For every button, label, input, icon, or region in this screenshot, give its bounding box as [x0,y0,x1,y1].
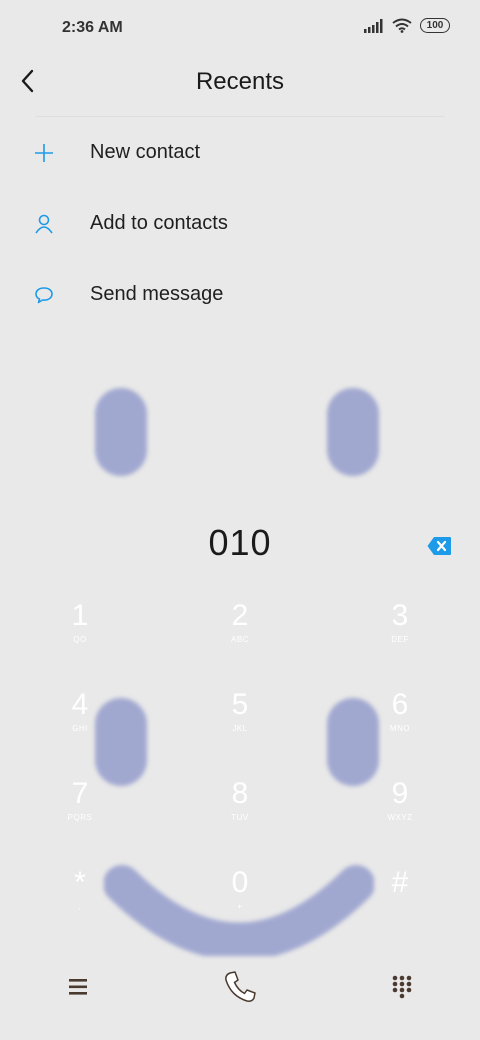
header: Recents [0,56,480,116]
key-letters: DEF [391,635,409,644]
menu-item-label: Add to contacts [90,212,228,234]
backspace-button[interactable] [427,536,452,556]
dialpad-icon[interactable] [388,973,416,1001]
overlay-eye-left-lower [95,698,147,786]
key-digit: 1 [71,599,89,632]
hamburger-menu-icon[interactable] [63,975,93,999]
battery-icon: 100 [420,18,450,33]
overlay-eye-right-lower [327,698,379,786]
key-letters: WXYZ [387,813,413,822]
overlay-eye-left [95,388,147,476]
key-1[interactable]: 1 QO [40,585,120,665]
bottom-bar [0,955,480,1019]
action-menu: New contact Add to contacts Send message [0,117,480,330]
person-icon [35,214,53,233]
wifi-icon [392,18,412,33]
dialed-number: 010 [208,522,272,563]
overlay-eye-right [327,388,379,476]
menu-item-label: Send message [90,283,224,305]
status-time: 2:36 AM [62,19,123,36]
add-to-contacts-item[interactable]: Add to contacts [0,188,480,259]
phone-icon[interactable] [220,967,260,1007]
key-digit: 8 [231,777,249,810]
key-letters: PQRS [67,813,93,822]
key-letters: JKL [232,724,248,733]
key-digit: 3 [391,599,409,632]
status-bar: 2:36 AM 100 [0,0,480,56]
key-5[interactable]: 5 JKL [200,674,280,754]
chat-bubble-icon [35,286,53,303]
key-letters: QO [73,635,87,644]
key-letters: ABC [231,635,249,644]
key-8[interactable]: 8 TUV [200,763,280,843]
key-2[interactable]: 2 ABC [200,585,280,665]
menu-item-label: New contact [90,141,201,163]
overlay-smile [104,865,374,956]
signal-icon [364,18,383,33]
page-title: Recents [195,68,285,95]
plus-icon [35,143,53,162]
send-message-item[interactable]: Send message [0,259,480,330]
new-contact-item[interactable]: New contact [0,117,480,188]
key-3[interactable]: 3 DEF [360,585,440,665]
key-letters: TUV [231,813,249,822]
battery-level: 100 [426,20,444,31]
key-digit: 2 [231,599,249,632]
status-icons: 100 [364,18,450,33]
key-digit: 5 [231,688,249,721]
